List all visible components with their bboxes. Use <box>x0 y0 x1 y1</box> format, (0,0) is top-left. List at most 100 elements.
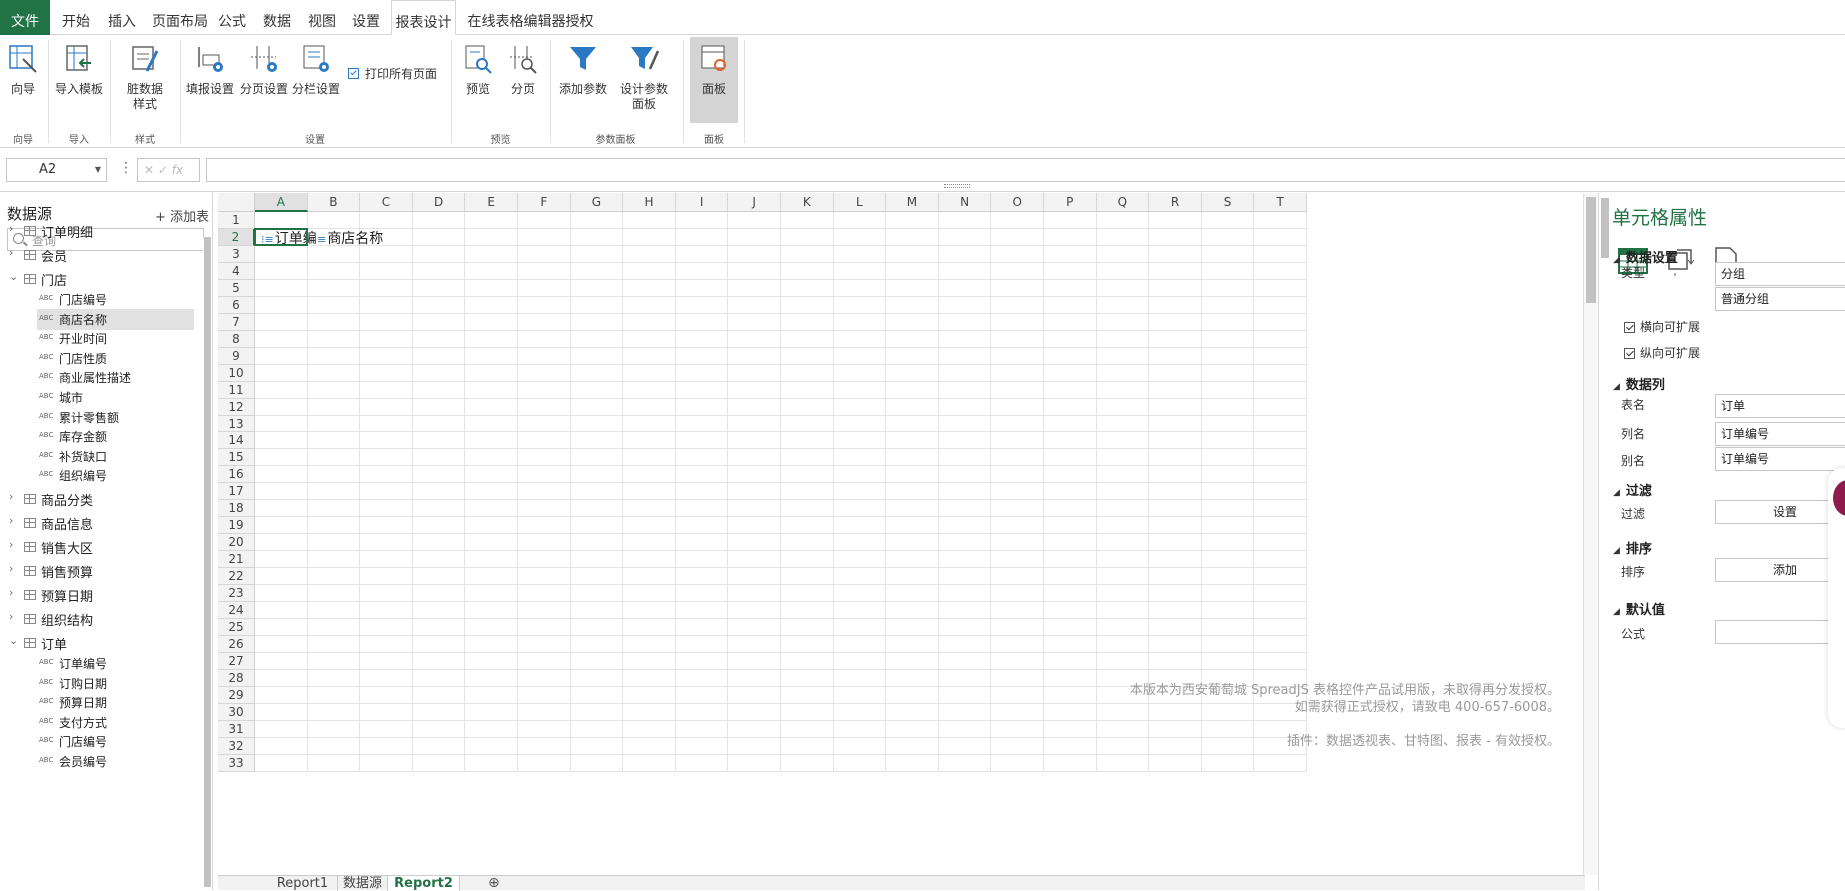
more-vertical-icon[interactable]: ⋮ <box>119 160 133 176</box>
row-header[interactable]: 15 <box>218 449 255 467</box>
row-header[interactable]: 20 <box>218 534 255 552</box>
table-item[interactable]: › 会员 <box>0 244 195 267</box>
column-header[interactable]: T <box>1254 193 1307 212</box>
table-item[interactable]: › 组织结构 <box>0 608 195 631</box>
tab-data[interactable]: 数据 <box>259 0 295 35</box>
cell-b2[interactable]: ⁝≡商店名称 <box>314 228 384 248</box>
chevron-right-icon[interactable]: › <box>9 514 13 527</box>
row-header[interactable]: 4 <box>218 262 255 280</box>
column-header[interactable]: A <box>255 193 308 212</box>
table-name-input[interactable]: 订单 <box>1715 394 1845 418</box>
preview-button[interactable]: 预览 <box>457 35 499 127</box>
row-header[interactable]: 13 <box>218 415 255 433</box>
row-header[interactable]: 2 <box>218 228 255 246</box>
field-item[interactable]: ABC 门店编号 <box>37 731 194 752</box>
left-scrollbar[interactable] <box>203 237 212 887</box>
row-header[interactable]: 29 <box>218 686 255 704</box>
tab-license-info[interactable]: 在线表格编辑器授权信息 <box>463 0 598 75</box>
section-filter[interactable]: ◢ 过滤 <box>1613 480 1652 499</box>
row-header[interactable]: 1 <box>218 212 255 229</box>
row-header[interactable]: 6 <box>218 296 255 314</box>
scroll-thumb[interactable] <box>204 237 211 887</box>
column-header[interactable]: C <box>360 193 413 212</box>
column-header[interactable]: B <box>307 193 361 212</box>
field-item[interactable]: ABC 组织编号 <box>37 465 194 486</box>
column-header[interactable]: S <box>1201 193 1255 212</box>
column-header[interactable]: I <box>675 193 729 212</box>
chevron-right-icon[interactable]: › <box>9 246 13 259</box>
table-item[interactable]: › 预算日期 <box>0 584 195 607</box>
column-settings-button[interactable]: 分栏设置 <box>290 35 342 127</box>
row-header[interactable]: 25 <box>218 619 255 636</box>
row-header[interactable]: 10 <box>218 364 255 382</box>
add-sheet-icon[interactable]: ⊕ <box>488 875 500 891</box>
fx-button[interactable]: ✕ ✓ fx <box>137 158 200 182</box>
field-item[interactable]: ABC 门店编号 <box>37 289 194 310</box>
sheet-tab-datasource[interactable]: 数据源 <box>338 876 388 891</box>
column-name-input[interactable]: 订单编号 <box>1715 422 1845 446</box>
column-header[interactable]: K <box>781 193 834 212</box>
v-expand-checkbox[interactable]: 纵向可扩展 <box>1624 344 1700 361</box>
add-param-button[interactable]: 添加参数 <box>555 35 611 127</box>
field-item[interactable]: ABC 订单编号 <box>37 653 194 674</box>
row-header[interactable]: 5 <box>218 279 255 297</box>
column-header[interactable]: G <box>570 193 624 212</box>
column-header[interactable]: N <box>938 193 992 212</box>
row-header[interactable]: 24 <box>218 602 255 620</box>
field-item[interactable]: ABC 补货缺口 <box>37 446 194 467</box>
print-all-checkbox[interactable]: 打印所有页面 <box>348 65 437 82</box>
tab-page-layout[interactable]: 页面布局 <box>150 0 210 35</box>
row-header[interactable]: 3 <box>218 245 255 263</box>
h-expand-checkbox[interactable]: 横向可扩展 <box>1624 318 1700 335</box>
row-header[interactable]: 23 <box>218 585 255 603</box>
column-header[interactable]: R <box>1149 193 1202 212</box>
column-header[interactable]: D <box>412 193 466 212</box>
row-header[interactable]: 33 <box>218 754 255 772</box>
row-header[interactable]: 16 <box>218 466 255 484</box>
field-item[interactable]: ABC 商业属性描述 <box>37 367 194 388</box>
select-all-corner[interactable] <box>218 193 255 212</box>
page-settings-button[interactable]: 分页设置 <box>238 35 290 127</box>
chevron-right-icon[interactable]: › <box>9 610 13 623</box>
row-header[interactable]: 11 <box>218 381 255 399</box>
tab-file[interactable]: 文件 <box>0 0 50 35</box>
section-default-value[interactable]: ◢ 默认值 <box>1613 599 1665 618</box>
formula-input-field[interactable] <box>1715 620 1845 644</box>
table-item[interactable]: › 商品分类 <box>0 488 195 511</box>
field-item[interactable]: ABC 会员编号 <box>37 751 194 772</box>
row-header[interactable]: 30 <box>218 703 255 721</box>
row-header[interactable]: 18 <box>218 500 255 518</box>
guide-button[interactable]: 向导 <box>3 35 43 127</box>
column-header[interactable]: H <box>623 193 676 212</box>
scroll-thumb[interactable] <box>1601 198 1609 258</box>
group-kind-select[interactable]: 普通分组 <box>1715 287 1845 311</box>
row-header[interactable]: 14 <box>218 432 255 450</box>
section-data-column[interactable]: ◢ 数据列 <box>1613 374 1665 393</box>
field-item[interactable]: ABC 累计零售额 <box>37 407 194 428</box>
design-param-panel-button[interactable]: 设计参数面板 <box>612 35 676 127</box>
tab-formula[interactable]: 公式 <box>216 0 248 35</box>
row-header[interactable]: 17 <box>218 483 255 501</box>
panel-button[interactable]: 面板 <box>690 37 738 123</box>
field-item[interactable]: ABC 城市 <box>37 387 194 408</box>
column-header[interactable]: M <box>886 193 939 212</box>
tab-insert[interactable]: 插入 <box>104 0 140 35</box>
row-header[interactable]: 32 <box>218 737 255 755</box>
column-header[interactable]: E <box>465 193 518 212</box>
table-item[interactable]: ⌄ 门店 <box>0 268 195 291</box>
column-header[interactable]: Q <box>1096 193 1150 212</box>
chevron-right-icon[interactable]: › <box>9 586 13 599</box>
right-scrollbar[interactable] <box>1600 193 1610 293</box>
field-item[interactable]: ABC 预算日期 <box>37 692 194 713</box>
name-box[interactable]: A2 ▼ <box>6 158 107 182</box>
sort-add-button[interactable]: 添加 <box>1715 558 1845 582</box>
section-sort[interactable]: ◢ 排序 <box>1613 538 1652 557</box>
spreadsheet-grid[interactable]: A B C D E F G H I J K L M N O P Q R S T 1 2 3 4 5 6 7 8 9 10 11 12 13 14 1… <box>218 193 1578 873</box>
row-header[interactable]: 12 <box>218 398 255 416</box>
chevron-right-icon[interactable]: › <box>9 490 13 503</box>
table-item[interactable]: › 销售预算 <box>0 560 195 583</box>
chevron-down-icon[interactable]: ⌄ <box>9 270 18 283</box>
fill-settings-button[interactable]: 填报设置 <box>184 35 236 127</box>
row-header[interactable]: 22 <box>218 568 255 586</box>
filter-settings-button[interactable]: 设置 <box>1715 500 1845 524</box>
